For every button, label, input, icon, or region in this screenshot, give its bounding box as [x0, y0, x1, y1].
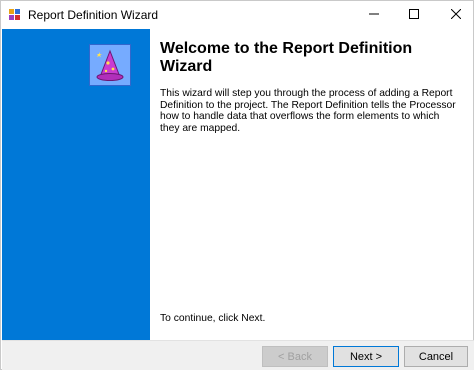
maximize-button[interactable]: [397, 1, 431, 29]
minimize-icon: [369, 6, 379, 24]
continue-instruction: To continue, click Next.: [160, 313, 266, 324]
maximize-icon: [409, 6, 419, 24]
description-text: This wizard will step you through the pr…: [160, 88, 456, 134]
button-bar: < Back Next > Cancel: [2, 340, 474, 370]
wizard-app-icon: [8, 8, 22, 22]
minimize-button[interactable]: [357, 1, 391, 29]
cancel-button[interactable]: Cancel: [404, 346, 468, 367]
back-button[interactable]: < Back: [262, 346, 328, 367]
next-button[interactable]: Next >: [333, 346, 399, 367]
window-title: Report Definition Wizard: [28, 8, 159, 22]
close-icon: [450, 6, 462, 24]
wizard-hat-icon: [89, 44, 131, 86]
title-bar[interactable]: Report Definition Wizard: [1, 1, 473, 29]
wizard-window: Report Definition Wizard Welcome to the …: [0, 0, 474, 370]
wizard-content: Welcome to the Report Definition Wizard …: [151, 29, 473, 340]
close-button[interactable]: [439, 1, 473, 29]
side-panel: [2, 29, 150, 340]
page-title: Welcome to the Report Definition Wizard: [160, 40, 413, 75]
